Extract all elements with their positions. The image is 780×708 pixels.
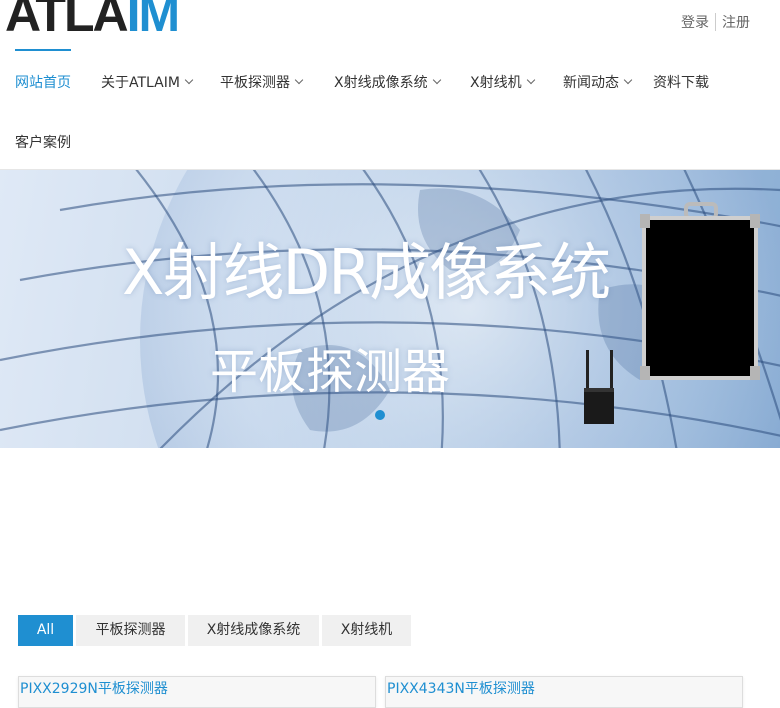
chevron-down-icon: [623, 75, 633, 85]
logo-underline: [15, 49, 71, 51]
nav-label: 关于ATLAIM: [101, 75, 180, 91]
filter-tab-xray-machine[interactable]: X射线机: [322, 615, 411, 646]
nav-item-about[interactable]: 关于ATLAIM: [101, 72, 194, 92]
banner-title: X射线DR成像系统: [122, 236, 611, 309]
nav-item-xray-machine[interactable]: X射线机: [470, 72, 535, 92]
nav-label: 平板探测器: [220, 75, 290, 91]
chevron-down-icon: [432, 75, 441, 85]
nav-label: 网站首页: [15, 75, 71, 91]
nav-label: 客户案例: [15, 135, 71, 151]
auth-links: 登录 注册: [681, 12, 750, 32]
filter-tab-xray-imaging[interactable]: X射线成像系统: [188, 615, 319, 646]
chevron-down-icon: [526, 75, 535, 85]
banner-subtitle: 平板探测器: [210, 344, 451, 400]
nav-label: X射线成像系统: [334, 75, 428, 91]
nav-item-news[interactable]: 新闻动态: [563, 72, 633, 92]
chevron-down-icon: [184, 75, 194, 85]
nav-label: 新闻动态: [563, 75, 619, 91]
flat-panel-detector-image: [640, 202, 760, 380]
carousel-dot[interactable]: [375, 410, 385, 420]
nav-item-home[interactable]: 网站首页: [15, 72, 71, 92]
product-title-link[interactable]: PIXX2929N平板探测器: [19, 677, 375, 701]
logo-text: ATLA: [5, 0, 129, 42]
nav-item-flat-panel[interactable]: 平板探测器: [220, 72, 304, 92]
nav-label: X射线机: [470, 75, 522, 91]
chevron-down-icon: [294, 75, 304, 85]
wireless-box-device-image: [584, 350, 614, 424]
nav-item-cases[interactable]: 客户案例: [15, 132, 71, 152]
filter-tab-flat-panel[interactable]: 平板探测器: [76, 615, 185, 646]
nav-label: 资料下载: [653, 75, 709, 91]
filter-tab-all[interactable]: All: [18, 615, 73, 646]
nav-item-downloads[interactable]: 资料下载: [653, 72, 709, 92]
product-title-link[interactable]: PIXX4343N平板探测器: [386, 677, 742, 701]
login-link[interactable]: 登录: [681, 12, 709, 32]
nav-item-xray-imaging[interactable]: X射线成像系统: [334, 72, 441, 92]
site-logo[interactable]: ATLAIM: [5, 0, 181, 42]
auth-separator: [715, 13, 716, 31]
hero-banner[interactable]: X射线DR成像系统 平板探测器: [0, 170, 780, 448]
register-link[interactable]: 注册: [722, 12, 750, 32]
product-card[interactable]: PIXX2929N平板探测器: [18, 676, 376, 708]
product-card[interactable]: PIXX4343N平板探测器: [385, 676, 743, 708]
logo-accent-text: IM: [126, 0, 181, 42]
